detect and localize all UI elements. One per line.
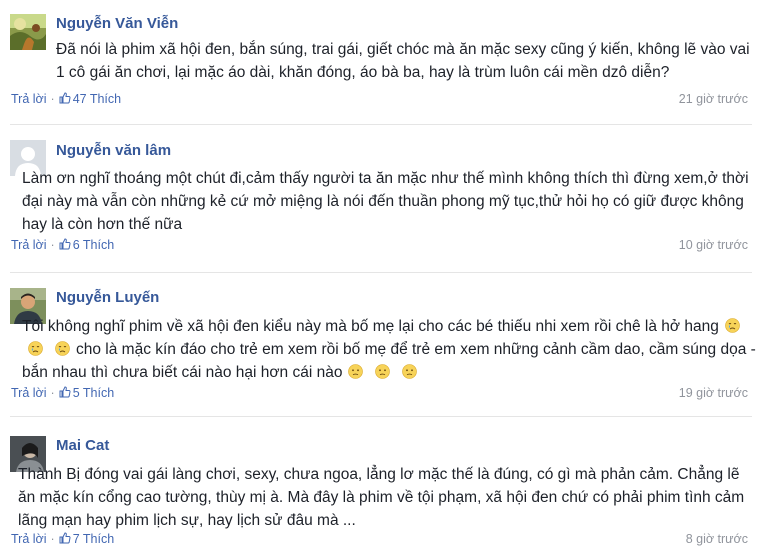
- like-count: 7 Thích: [72, 532, 115, 546]
- separator: ·: [50, 532, 55, 546]
- avatar[interactable]: [10, 14, 46, 50]
- like-link[interactable]: 6 Thích: [59, 238, 114, 252]
- comment-actions: Trả lời · 5 Thích: [11, 386, 114, 400]
- like-count: 47 Thích: [72, 92, 122, 106]
- worried-face-icon: [348, 364, 364, 379]
- comment-text: Đã nói là phim xã hội đen, bắn súng, tra…: [56, 41, 750, 81]
- comment-timestamp[interactable]: 21 giờ trước: [679, 92, 748, 106]
- comment-text-part: Tôi không nghĩ phim về xã hội đen kiểu n…: [22, 318, 719, 335]
- comment-timestamp[interactable]: 19 giờ trước: [679, 386, 748, 400]
- reply-link[interactable]: Trả lời: [11, 238, 47, 252]
- like-link[interactable]: 47 Thích: [59, 92, 121, 106]
- thumbs-up-icon: [59, 386, 71, 398]
- separator: ·: [50, 238, 55, 252]
- separator: ·: [50, 92, 55, 106]
- crying-face-icon: [725, 318, 740, 333]
- like-count: 6 Thích: [72, 238, 115, 252]
- comment-actions: Trả lời · 47 Thích: [11, 92, 121, 106]
- comment-timestamp[interactable]: 10 giờ trước: [679, 238, 748, 252]
- comment-timestamp[interactable]: 8 giờ trước: [686, 532, 748, 546]
- comment-text: Tôi không nghĩ phim về xã hội đen kiểu n…: [22, 315, 757, 384]
- reply-link[interactable]: Trả lời: [11, 532, 47, 546]
- comment-divider: [10, 124, 752, 125]
- crying-face-icon: [55, 341, 70, 356]
- crying-face-icon: [28, 341, 43, 356]
- separator: ·: [50, 386, 55, 400]
- thumbs-up-icon: [59, 532, 71, 544]
- reply-link[interactable]: Trả lời: [11, 92, 47, 106]
- comment-list: Nguyễn Văn Viễn Đã nói là phim xã hội đe…: [0, 0, 780, 556]
- comment-actions: Trả lời · 6 Thích: [11, 238, 114, 252]
- comment-author[interactable]: Nguyễn văn lâm: [56, 142, 171, 159]
- comment-text: Thành Bị đóng vai gái làng chơi, sexy, c…: [18, 466, 745, 529]
- like-count: 5 Thích: [72, 386, 115, 400]
- worried-face-icon: [402, 364, 418, 379]
- comment-author[interactable]: Nguyễn Luyến: [56, 289, 159, 306]
- comment-divider: [10, 416, 752, 417]
- comment-text: Làm ơn nghĩ thoáng một chút đi,cảm thấy …: [22, 170, 749, 233]
- comment-author[interactable]: Mai Cat: [56, 437, 109, 454]
- comment-author[interactable]: Nguyễn Văn Viễn: [56, 15, 178, 32]
- worried-face-icon: [375, 364, 391, 379]
- like-link[interactable]: 5 Thích: [59, 386, 114, 400]
- reply-link[interactable]: Trả lời: [11, 386, 47, 400]
- thumbs-up-icon: [59, 92, 71, 104]
- avatar-image: [10, 14, 46, 50]
- like-link[interactable]: 7 Thích: [59, 532, 114, 546]
- comment-divider: [10, 272, 752, 273]
- comment-actions: Trả lời · 7 Thích: [11, 532, 114, 546]
- thumbs-up-icon: [59, 238, 71, 250]
